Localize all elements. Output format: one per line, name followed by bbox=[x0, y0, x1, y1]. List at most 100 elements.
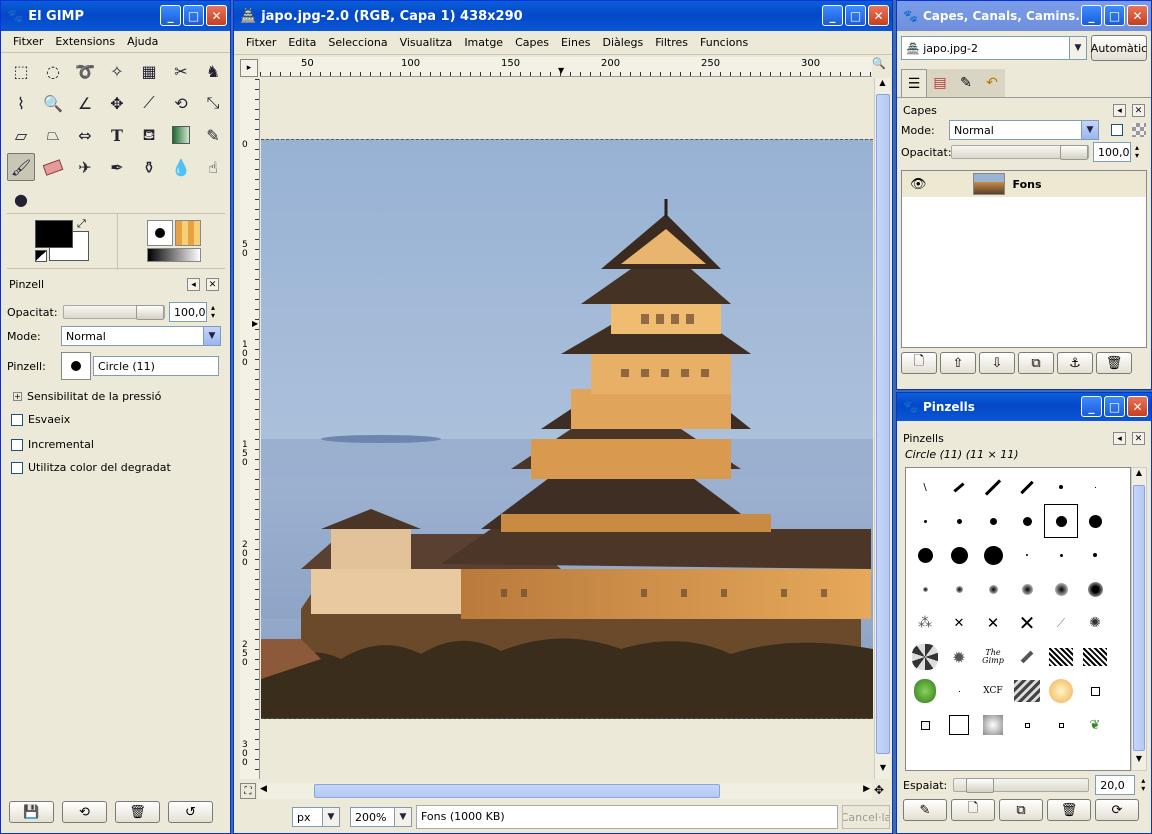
gradient-checkbox[interactable] bbox=[11, 462, 23, 474]
minimize-button[interactable]: _ bbox=[1081, 396, 1102, 417]
brush-item[interactable] bbox=[1044, 538, 1078, 572]
brush-item[interactable] bbox=[976, 470, 1010, 504]
panel-menu-icon[interactable]: ◂ bbox=[1113, 432, 1126, 445]
brush-item[interactable]: ⟋ bbox=[1044, 606, 1078, 640]
brush-item[interactable] bbox=[1044, 640, 1078, 674]
scroll-up-icon[interactable]: ▲ bbox=[1132, 468, 1146, 484]
duplicate-brush-button[interactable]: ⧉ bbox=[999, 799, 1043, 821]
brush-item[interactable]: ✹ bbox=[942, 640, 976, 674]
scroll-down-icon[interactable]: ▼ bbox=[875, 763, 891, 779]
brush-item[interactable] bbox=[1010, 708, 1044, 742]
new-layer-button[interactable]: 🗋 bbox=[901, 352, 937, 374]
scale-icon[interactable]: ⤡ bbox=[199, 89, 227, 117]
layers-dock-titlebar[interactable]: 🐾 Capes, Canals, Camins... _ □ ✕ bbox=[897, 1, 1151, 31]
brush-item[interactable]: ❦ bbox=[1078, 708, 1112, 742]
bucket-fill-icon[interactable]: ⛾ bbox=[135, 121, 163, 149]
scroll-right-icon[interactable]: ▶ bbox=[863, 784, 870, 794]
menu-ajuda[interactable]: Ajuda bbox=[121, 35, 164, 48]
brush-item[interactable] bbox=[942, 708, 976, 742]
brush-item[interactable] bbox=[1078, 674, 1112, 708]
brush-item[interactable] bbox=[1078, 572, 1112, 606]
navigate-icon[interactable]: ✥ bbox=[874, 783, 884, 797]
panel-menu-icon[interactable]: ◂ bbox=[187, 278, 200, 291]
brush-grid-scrollbar[interactable]: ▲ ▼ bbox=[1131, 467, 1147, 771]
text-icon[interactable]: T bbox=[103, 121, 131, 149]
brush-item[interactable] bbox=[942, 538, 976, 572]
smudge-icon[interactable]: ☝ bbox=[199, 153, 227, 181]
panel-menu-icon[interactable]: ◂ bbox=[1113, 104, 1126, 117]
scroll-thumb[interactable] bbox=[314, 784, 720, 798]
close-button[interactable]: ✕ bbox=[206, 5, 227, 26]
fade-option[interactable]: Esvaeix bbox=[7, 413, 225, 426]
brush-item[interactable] bbox=[908, 538, 942, 572]
refresh-brushes-button[interactable]: ⟳ bbox=[1095, 799, 1139, 821]
eraser-icon[interactable] bbox=[39, 153, 67, 181]
auto-button[interactable]: Automàtic bbox=[1091, 35, 1147, 61]
unit-select[interactable]: px ▼ bbox=[292, 807, 340, 827]
ink-icon[interactable]: ✒ bbox=[103, 153, 131, 181]
layer-row[interactable]: 👁 Fons bbox=[902, 171, 1146, 197]
rect-select-icon[interactable]: ⬚ bbox=[7, 57, 35, 85]
brush-item[interactable] bbox=[976, 504, 1010, 538]
vertical-scrollbar[interactable]: ▲ ▼ bbox=[874, 78, 890, 779]
close-button[interactable]: ✕ bbox=[868, 5, 889, 26]
active-pattern-preview[interactable] bbox=[175, 220, 201, 246]
scroll-thumb[interactable] bbox=[876, 94, 890, 754]
anchor-layer-button[interactable]: ⚓ bbox=[1057, 352, 1093, 374]
brush-item[interactable] bbox=[1044, 708, 1078, 742]
menu-eines[interactable]: Eines bbox=[555, 36, 596, 49]
foreground-select-icon[interactable]: ♞ bbox=[199, 57, 227, 85]
foreground-color-swatch[interactable] bbox=[35, 220, 73, 248]
brush-item[interactable] bbox=[1078, 640, 1112, 674]
lower-layer-button[interactable]: ⇩ bbox=[979, 352, 1015, 374]
menu-selecciona[interactable]: Selecciona bbox=[322, 36, 393, 49]
spacing-spin-icon[interactable]: ▴ ▾ bbox=[1141, 777, 1145, 793]
swap-colors-icon[interactable]: ⤢ bbox=[77, 217, 86, 231]
minimize-button[interactable]: _ bbox=[822, 5, 843, 26]
measure-icon[interactable]: ∠ bbox=[71, 89, 99, 117]
eye-icon[interactable]: 👁 bbox=[910, 177, 927, 192]
image-titlebar[interactable]: 🏯 japo.jpg-2.0 (RGB, Capa 1) 438x290 _ □… bbox=[234, 1, 892, 31]
close-button[interactable]: ✕ bbox=[1127, 396, 1148, 417]
brush-item[interactable] bbox=[1010, 470, 1044, 504]
duplicate-layer-button[interactable]: ⧉ bbox=[1018, 352, 1054, 374]
brush-item[interactable]: The Gimp bbox=[976, 640, 1010, 674]
opacity-spin-icon[interactable]: ▴ ▾ bbox=[211, 304, 215, 320]
canvas-area[interactable] bbox=[261, 78, 873, 779]
opacity-spin-icon[interactable]: ▴ ▾ bbox=[1135, 144, 1139, 160]
brush-item[interactable] bbox=[1010, 640, 1044, 674]
brush-item-selected[interactable] bbox=[1044, 504, 1078, 538]
minimize-button[interactable]: _ bbox=[1081, 5, 1102, 26]
brushes-dock-titlebar[interactable]: 🐾 Pinzells _ □ ✕ bbox=[897, 393, 1151, 421]
brush-item[interactable]: ✺ bbox=[1078, 606, 1112, 640]
active-gradient-preview[interactable] bbox=[147, 248, 201, 262]
brush-item[interactable] bbox=[942, 504, 976, 538]
menu-edita[interactable]: Edita bbox=[282, 36, 322, 49]
brush-item[interactable]: ✕ bbox=[1010, 606, 1044, 640]
brush-item[interactable] bbox=[1010, 504, 1044, 538]
close-button[interactable]: ✕ bbox=[1127, 5, 1148, 26]
brush-item[interactable]: ⁂ bbox=[908, 606, 942, 640]
perspective-icon[interactable]: ⏢ bbox=[39, 121, 67, 149]
brush-item[interactable] bbox=[976, 572, 1010, 606]
new-brush-button[interactable]: 🗋 bbox=[951, 799, 995, 821]
zoom-select[interactable]: 200% ▼ bbox=[350, 807, 412, 827]
incremental-option[interactable]: Incremental bbox=[7, 438, 225, 451]
ellipse-select-icon[interactable]: ◌ bbox=[39, 57, 67, 85]
brush-item[interactable] bbox=[1078, 470, 1112, 504]
scroll-up-icon[interactable]: ▲ bbox=[875, 78, 890, 94]
scroll-left-icon[interactable]: ◀ bbox=[260, 784, 267, 794]
rotate-icon[interactable]: ⟲ bbox=[167, 89, 195, 117]
edit-brush-button[interactable]: ✎ bbox=[903, 799, 947, 821]
zoom-icon[interactable]: 🔍 bbox=[39, 89, 67, 117]
shear-icon[interactable]: ▱ bbox=[7, 121, 35, 149]
fuzzy-select-icon[interactable]: ✧ bbox=[103, 57, 131, 85]
brush-item[interactable] bbox=[908, 674, 942, 708]
free-select-icon[interactable]: ➰ bbox=[71, 57, 99, 85]
blend-icon[interactable] bbox=[167, 121, 195, 149]
layers-tab-icon[interactable]: ☰ bbox=[901, 69, 927, 97]
brush-item[interactable] bbox=[942, 572, 976, 606]
dodge-burn-icon[interactable]: ● bbox=[7, 185, 35, 213]
paths-tab-icon[interactable]: ✎ bbox=[953, 69, 979, 97]
layer-opacity-slider[interactable] bbox=[951, 145, 1089, 160]
